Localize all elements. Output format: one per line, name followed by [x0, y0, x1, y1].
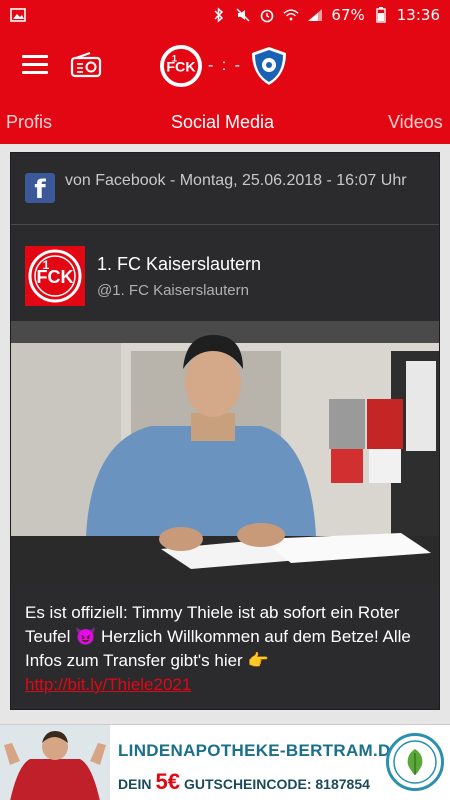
- bluetooth-icon: [211, 7, 227, 23]
- tab-bar: Profis Social Media Videos: [0, 106, 450, 144]
- svg-text:1: 1: [43, 258, 50, 272]
- ad-player-image: [0, 725, 110, 800]
- fck-crest-icon: FCK 1: [160, 45, 202, 87]
- ad-voucher: DEIN 5€ GUTSCHEINCODE: 8187854: [118, 769, 370, 795]
- post-header: f von Facebook - Montag, 25.06.2018 - 16…: [11, 153, 439, 225]
- tab-profis[interactable]: Profis: [6, 112, 52, 133]
- menu-icon[interactable]: [22, 55, 48, 77]
- match-score: - : -: [208, 57, 242, 74]
- account-name: 1. FC Kaiserslautern: [97, 254, 262, 274]
- post-photo[interactable]: [11, 321, 439, 583]
- tab-social-media[interactable]: Social Media: [171, 112, 274, 133]
- hoffenheim-crest-icon: [248, 45, 290, 87]
- app-bar: FCK 1 - : -: [0, 30, 450, 106]
- signal-icon: [307, 8, 323, 22]
- alarm-icon: [259, 8, 275, 23]
- pharmacy-logo-icon: [386, 733, 444, 791]
- post-body: Es ist offiziell: Timmy Thiele ist ab so…: [25, 603, 411, 670]
- svg-text:1: 1: [172, 53, 178, 64]
- post-text: Es ist offiziell: Timmy Thiele ist ab so…: [25, 601, 435, 697]
- ad-title: LINDENAPOTHEKE-BERTRAM.DE: [118, 741, 403, 760]
- status-bar: 67% 13:36: [0, 0, 450, 30]
- wifi-icon: [283, 8, 300, 22]
- clock: 13:36: [396, 6, 440, 24]
- post-link[interactable]: http://bit.ly/Thiele2021: [25, 675, 191, 694]
- account-avatar[interactable]: FCK 1: [25, 246, 85, 306]
- post-source: von Facebook - Montag, 25.06.2018 - 16:0…: [65, 172, 407, 189]
- ad-banner[interactable]: LINDENAPOTHEKE-BERTRAM.DE DEIN 5€ GUTSCH…: [0, 724, 450, 800]
- post-account[interactable]: FCK 1 1. FC Kaiserslautern @1. FC Kaiser…: [11, 226, 439, 322]
- ad-prefix: DEIN: [118, 776, 152, 792]
- battery-percentage: 67%: [331, 6, 365, 24]
- account-handle: @1. FC Kaiserslautern: [97, 282, 249, 299]
- tab-videos[interactable]: Videos: [388, 112, 443, 133]
- ad-amount: 5€: [155, 769, 180, 794]
- match-header[interactable]: FCK 1 - : -: [160, 42, 290, 90]
- ad-code: GUTSCHEINCODE: 8187854: [183, 776, 370, 792]
- social-post-card[interactable]: f von Facebook - Montag, 25.06.2018 - 16…: [10, 152, 440, 710]
- facebook-icon: f: [25, 173, 55, 203]
- radio-icon[interactable]: [70, 52, 102, 78]
- battery-icon: [373, 7, 389, 23]
- mute-icon: [235, 8, 251, 22]
- gallery-notification-icon: [10, 8, 26, 22]
